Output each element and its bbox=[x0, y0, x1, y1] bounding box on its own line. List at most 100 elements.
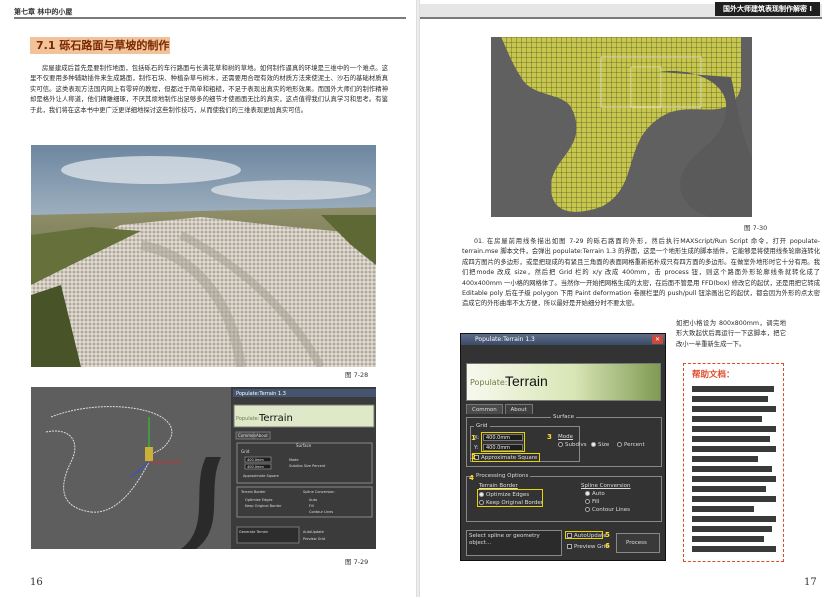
svg-text:Contour Lines: Contour Lines bbox=[309, 510, 333, 514]
spline-conversion-label: Spline Conversion bbox=[581, 483, 631, 489]
redacted-line bbox=[692, 516, 776, 522]
header-rule bbox=[420, 17, 822, 19]
step-01-paragraph: 01. 在房屋前用线条描出如图 7-29 的砾石路面的外形，然后执行MAXScr… bbox=[462, 238, 820, 308]
redacted-line bbox=[692, 476, 776, 482]
spline-contour-radio[interactable]: Contour Lines bbox=[585, 507, 630, 513]
mode-radio-percent[interactable]: Percent bbox=[617, 442, 645, 448]
redacted-line bbox=[692, 456, 758, 462]
tab-about[interactable]: About bbox=[504, 404, 533, 414]
page-number-right: 17 bbox=[804, 577, 817, 588]
radio-selected-icon bbox=[585, 491, 590, 496]
svg-text:Generate Terrain: Generate Terrain bbox=[239, 530, 268, 534]
grid-label: Grid bbox=[474, 423, 490, 429]
help-title: 帮助文档： bbox=[692, 370, 735, 380]
radio-icon bbox=[585, 507, 590, 512]
redacted-line bbox=[692, 406, 776, 412]
tab-common[interactable]: Common bbox=[466, 404, 503, 414]
redacted-line bbox=[692, 416, 762, 422]
svg-text:Fill: Fill bbox=[309, 504, 314, 508]
svg-text:Grid: Grid bbox=[241, 449, 250, 454]
radio-icon bbox=[585, 499, 590, 504]
intro-paragraph: 房屋建成后首先是要制作地面，包括砾石的车行路面与长满花草和树的草地。如何制作逼真… bbox=[30, 65, 388, 114]
figure-caption-7-28: 图 7-28 bbox=[345, 371, 369, 379]
close-button[interactable]: ✕ bbox=[652, 335, 663, 344]
svg-text:Approximate Square: Approximate Square bbox=[243, 474, 279, 478]
figure-caption-7-30: 图 7-30 bbox=[744, 224, 768, 232]
page-number-left: 16 bbox=[30, 577, 43, 588]
mode-radio-subdivs[interactable]: Subdivs bbox=[558, 442, 587, 448]
preview-grid-checkbox[interactable]: Preview Grid bbox=[567, 544, 609, 550]
svg-text:Surface: Surface bbox=[296, 443, 312, 448]
right-page: 国外大师建筑表现制作解密 I 图 7-30 01. 在房屋前用线条描出如图 7-… bbox=[420, 0, 836, 597]
highlight-box bbox=[477, 489, 543, 507]
svg-text:Keep Original Border: Keep Original Border bbox=[245, 504, 282, 508]
processing-options-label: Processing Options bbox=[474, 473, 531, 479]
dialog-title: Populate:Terrain 1.3 bbox=[461, 334, 665, 345]
svg-text:400.0mm: 400.0mm bbox=[247, 458, 264, 462]
redacted-line bbox=[692, 446, 776, 452]
redacted-line bbox=[692, 496, 776, 502]
viewport-screenshot: Populate:Terrain 1.3 Populate: Terrain C… bbox=[31, 387, 376, 549]
svg-text:400.0mm: 400.0mm bbox=[247, 465, 264, 469]
svg-text:Populate:: Populate: bbox=[236, 416, 260, 422]
svg-text:Subdivs Size Percent: Subdivs Size Percent bbox=[289, 464, 326, 468]
svg-text:Common: Common bbox=[238, 433, 256, 438]
side-paragraph: 如把小格设为 800x800mm，调完地形大致起伏后再运行一下这脚本，把它改小一… bbox=[676, 320, 786, 348]
spline-fill-radio[interactable]: Fill bbox=[585, 499, 599, 505]
svg-text:Terrain Border: Terrain Border bbox=[240, 490, 266, 494]
terrain-mesh-image bbox=[491, 37, 752, 217]
left-page: 第七章 林中的小屋 7.1 砾石路面与草坡的制作 房屋建成后首先是要制作地面，包… bbox=[0, 0, 416, 597]
svg-text:Preview Grid: Preview Grid bbox=[303, 537, 325, 541]
highlight-box bbox=[565, 531, 603, 539]
redacted-line bbox=[692, 526, 772, 532]
section-title: 7.1 砾石路面与草坡的制作 bbox=[30, 37, 170, 54]
redacted-line bbox=[692, 506, 754, 512]
header-rule bbox=[14, 17, 406, 19]
surface-label: Surface bbox=[551, 414, 576, 420]
redacted-line bbox=[692, 486, 766, 492]
chapter-header: 第七章 林中的小屋 bbox=[14, 8, 73, 16]
marker-2: 2 bbox=[471, 453, 476, 461]
mode-radio-size[interactable]: Size bbox=[591, 442, 609, 448]
svg-text:Optimize Edges: Optimize Edges bbox=[245, 498, 273, 502]
redacted-line bbox=[692, 536, 764, 542]
logo-banner: Populate: Terrain bbox=[466, 363, 661, 401]
svg-text:Spline Conversion: Spline Conversion bbox=[303, 490, 335, 494]
tab-bar: Common About bbox=[466, 404, 660, 414]
redacted-line bbox=[692, 386, 774, 392]
marker-1: 1 bbox=[471, 434, 476, 442]
spline-auto-radio[interactable]: Auto bbox=[585, 491, 605, 497]
svg-text:Mode: Mode bbox=[289, 458, 299, 462]
populate-terrain-dialog: Populate:Terrain 1.3 ✕ Populate: Terrain… bbox=[460, 333, 666, 561]
book-header: 国外大师建筑表现制作解密 I bbox=[714, 2, 820, 16]
redacted-line bbox=[692, 436, 770, 442]
figure-caption-7-29: 图 7-29 bbox=[345, 558, 369, 566]
logo-prefix: Populate: bbox=[470, 378, 508, 387]
highlight-box bbox=[472, 453, 540, 462]
radio-icon bbox=[558, 442, 563, 447]
y-label: Y: bbox=[474, 445, 479, 451]
redacted-line bbox=[692, 426, 776, 432]
svg-text:Auto: Auto bbox=[309, 498, 317, 502]
redacted-line bbox=[692, 546, 776, 552]
marker-6: 6 bbox=[605, 542, 610, 550]
gravel-road-render bbox=[31, 145, 376, 367]
svg-text:AutoUpdate: AutoUpdate bbox=[303, 530, 324, 534]
logo-main: Terrain bbox=[505, 373, 548, 389]
highlight-box bbox=[481, 432, 525, 452]
checkbox-icon bbox=[567, 544, 572, 549]
terrain-mesh-screenshot bbox=[491, 37, 752, 217]
marker-3: 3 bbox=[547, 433, 552, 441]
process-label: Process bbox=[626, 540, 647, 546]
redacted-line bbox=[692, 396, 768, 402]
redacted-line bbox=[692, 466, 772, 472]
svg-text:About: About bbox=[256, 433, 268, 438]
marker-4: 4 bbox=[469, 474, 474, 482]
marker-5: 5 bbox=[605, 531, 610, 539]
help-document-box: 帮助文档： bbox=[683, 363, 784, 562]
viewport-image: Populate:Terrain 1.3 Populate: Terrain C… bbox=[31, 387, 376, 549]
render-image bbox=[31, 145, 376, 367]
status-text: Select spline or geometry object... bbox=[469, 533, 540, 546]
radio-icon bbox=[617, 442, 622, 447]
mode-label: Mode bbox=[558, 434, 573, 440]
